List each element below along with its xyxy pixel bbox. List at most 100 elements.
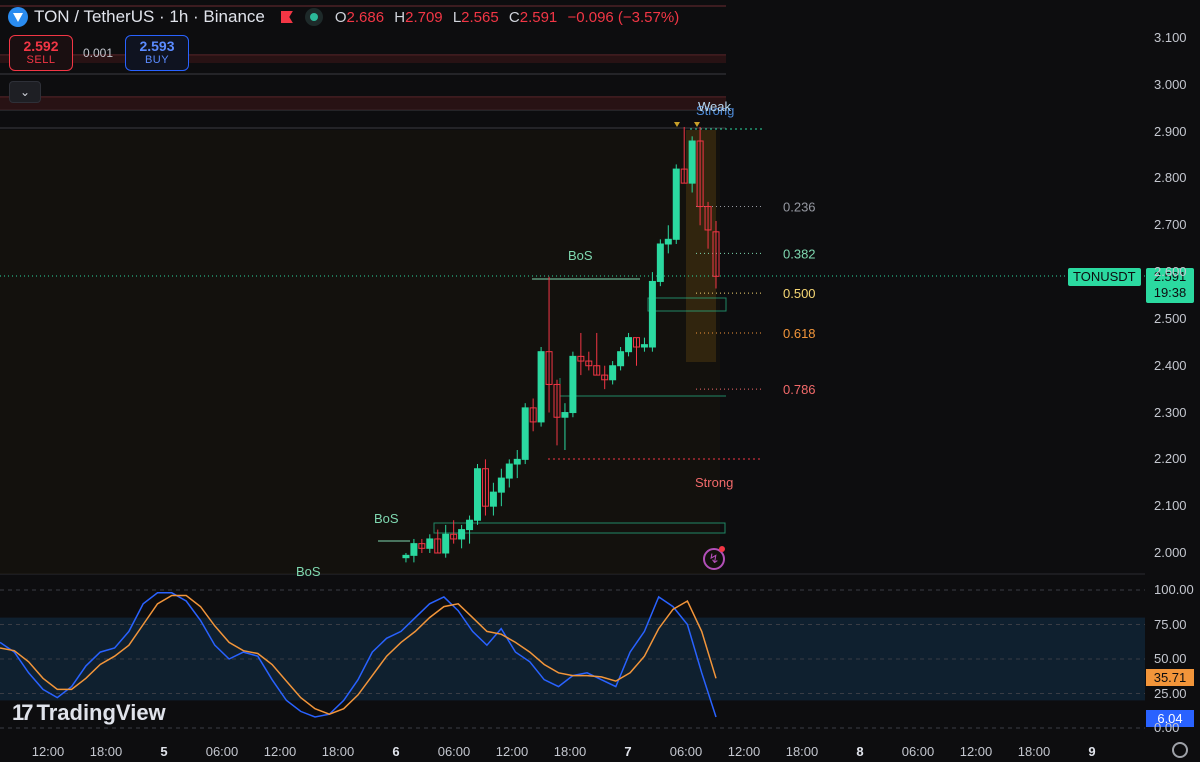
price-tick-label: 2.700 <box>1154 217 1187 233</box>
sell-price: 2.592 <box>23 38 59 54</box>
sell-label: SELL <box>26 54 56 66</box>
time-tick-label: 12:00 <box>263 744 297 759</box>
time-tick-label: 5 <box>160 744 168 759</box>
candle-body <box>513 458 521 465</box>
supply-zone <box>0 97 726 110</box>
chart-header: TON / TetherUS · 1h · Binance O2.686 H2.… <box>8 6 685 28</box>
flag-icon[interactable] <box>280 11 293 23</box>
change-value: −0.096 (−3.57%) <box>567 8 680 26</box>
buy-price: 2.593 <box>139 38 175 54</box>
ohlc-readout: O2.686 H2.709 L2.565 C2.591 −0.096 (−3.5… <box>334 8 680 26</box>
time-tick-label: 12:00 <box>727 744 761 759</box>
candle-body <box>474 468 481 521</box>
price-tick-label: 2.600 <box>1154 264 1187 280</box>
candle-body <box>466 519 474 531</box>
peak-marker-icon <box>674 122 680 127</box>
candle-body <box>569 355 577 414</box>
time-tick-label: 06:00 <box>437 744 471 759</box>
price-tick-label: 2.400 <box>1154 357 1187 373</box>
price-tick-label: 2.800 <box>1154 170 1187 186</box>
open-value: 2.686 <box>346 8 385 26</box>
chevron-down-icon: ⌄ <box>19 85 31 99</box>
time-tick-label: 06:00 <box>669 744 703 759</box>
collapse-toggle-button[interactable]: ⌄ <box>9 81 41 103</box>
fib-level-label: 0.500 <box>783 286 816 301</box>
candle-body <box>442 533 450 554</box>
candle-body <box>664 238 672 245</box>
osc-tick-label: 25.00 <box>1154 685 1187 701</box>
time-tick-label: 12:00 <box>31 744 65 759</box>
low-value: 2.565 <box>461 8 499 26</box>
time-tick-label: 18:00 <box>553 744 587 759</box>
candle-body <box>672 168 680 240</box>
strong-low-label: Strong <box>695 475 734 490</box>
close-value: 2.591 <box>519 8 558 26</box>
sell-button[interactable]: 2.592 SELL <box>9 35 73 71</box>
candle-body <box>521 407 529 460</box>
demand-zone-shade <box>0 130 720 574</box>
osc-tick-label: 50.00 <box>1154 651 1187 666</box>
candle-body <box>537 351 545 423</box>
osc-tick-label: 100.00 <box>1154 582 1194 597</box>
candle-body <box>426 538 434 549</box>
candle-body <box>640 344 648 348</box>
gear-icon[interactable] <box>1172 742 1188 758</box>
fib-level-label: 0.236 <box>783 200 816 215</box>
candle-body <box>609 365 617 381</box>
fib-level-label: 0.382 <box>783 246 816 261</box>
tradingview-watermark: 17 TradingView <box>12 700 166 725</box>
price-tick-label: 2.100 <box>1154 498 1187 514</box>
candle-body <box>402 554 410 559</box>
chart-canvas[interactable]: 0.236 0.382 0.500 0.618 0.786 <box>0 0 1200 762</box>
candle-body <box>505 463 513 479</box>
candle-body <box>625 337 633 353</box>
time-tick-label: 18:00 <box>785 744 819 759</box>
osc-tick-label: 0.00 <box>1154 720 1180 735</box>
market-status-icon <box>304 8 323 26</box>
candle-body <box>688 140 696 184</box>
candle-body <box>458 529 466 540</box>
time-tick-label: 12:00 <box>495 744 529 759</box>
weak-high-label: Weak <box>698 99 731 114</box>
buy-button[interactable]: 2.593 BUY <box>125 35 189 71</box>
candle-body <box>497 477 505 493</box>
symbol-title[interactable]: TON / TetherUS · 1h · Binance <box>34 7 265 27</box>
candle-body <box>410 543 418 556</box>
candle-body <box>656 243 664 282</box>
time-tick-label: 8 <box>856 744 864 759</box>
tradingview-logo-icon: 17 <box>12 700 34 725</box>
fib-level-label: 0.786 <box>783 382 816 397</box>
k-value-tag: 35.71 <box>1146 669 1194 686</box>
candle-body <box>561 412 569 418</box>
time-tick-label: 7 <box>624 744 632 759</box>
bar-countdown: 19:38 <box>1153 285 1187 300</box>
price-tick-label: 2.900 <box>1154 123 1187 139</box>
time-tick-label: 12:00 <box>959 744 993 759</box>
price-tick-label: 2.200 <box>1154 451 1187 467</box>
osc-tick-label: 75.00 <box>1154 616 1187 632</box>
price-tick-label: 3.100 <box>1154 30 1187 45</box>
time-tick-label: 06:00 <box>205 744 239 759</box>
bos-label: BoS <box>296 564 321 579</box>
bos-label: BoS <box>374 511 399 526</box>
candle-body <box>648 280 656 348</box>
high-value: 2.709 <box>405 8 443 26</box>
price-tick-label: 2.000 <box>1154 545 1187 560</box>
time-tick-label: 6 <box>392 744 400 759</box>
peak-marker-icon <box>694 122 700 127</box>
time-tick-label: 18:00 <box>321 744 355 759</box>
candle-body <box>617 351 625 367</box>
buy-label: BUY <box>144 54 170 66</box>
time-tick-label: 18:00 <box>89 744 123 759</box>
alert-dot <box>719 546 725 552</box>
price-tick-label: 2.500 <box>1154 310 1187 326</box>
time-tick-label: 9 <box>1088 744 1096 759</box>
candle-body <box>489 491 497 507</box>
ton-logo-icon <box>8 7 28 27</box>
time-tick-label: 06:00 <box>901 744 935 759</box>
spread-value: 0.001 <box>83 46 114 60</box>
fib-level-label: 0.618 <box>783 326 816 341</box>
bos-label: BoS <box>568 248 593 263</box>
symbol-price-tag: TONUSDT <box>1068 268 1141 286</box>
price-tick-label: 3.000 <box>1154 76 1187 92</box>
